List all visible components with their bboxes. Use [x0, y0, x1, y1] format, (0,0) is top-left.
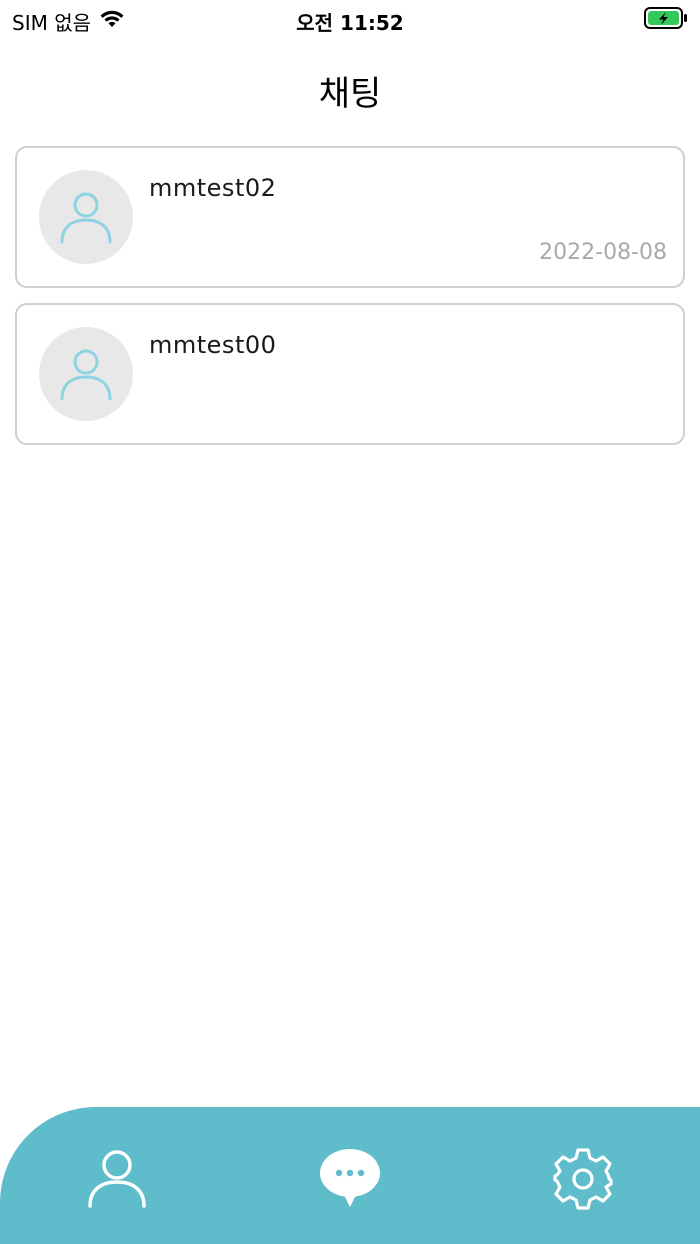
status-bar: SIM 없음 오전 11:52 — [0, 0, 700, 40]
chat-list-item[interactable]: mmtest00 — [15, 303, 685, 445]
chat-list-item[interactable]: mmtest02 2022-08-08 — [15, 146, 685, 288]
avatar — [39, 327, 133, 421]
avatar — [39, 170, 133, 264]
status-time: 오전 11:52 — [296, 11, 404, 35]
tab-profile[interactable] — [82, 1143, 152, 1213]
chat-bubble-icon — [320, 1149, 380, 1207]
person-icon — [60, 349, 112, 401]
tab-settings[interactable] — [548, 1143, 618, 1213]
battery-icon — [644, 6, 688, 34]
chat-name: mmtest02 — [149, 174, 277, 202]
bottom-tab-bar — [0, 1107, 700, 1244]
person-icon — [60, 192, 112, 244]
tab-chat[interactable] — [315, 1143, 385, 1213]
page-title: 채팅 — [318, 74, 382, 114]
chat-name: mmtest00 — [149, 331, 277, 359]
person-icon — [88, 1150, 146, 1208]
chat-list-screen: SIM 없음 오전 11:52 채팅 mmtest02 2022-08-08 m… — [0, 0, 700, 1244]
chat-date: 2022-08-08 — [539, 240, 667, 265]
gear-icon — [553, 1148, 613, 1210]
chat-list: mmtest02 2022-08-08 mmtest00 — [15, 146, 685, 460]
